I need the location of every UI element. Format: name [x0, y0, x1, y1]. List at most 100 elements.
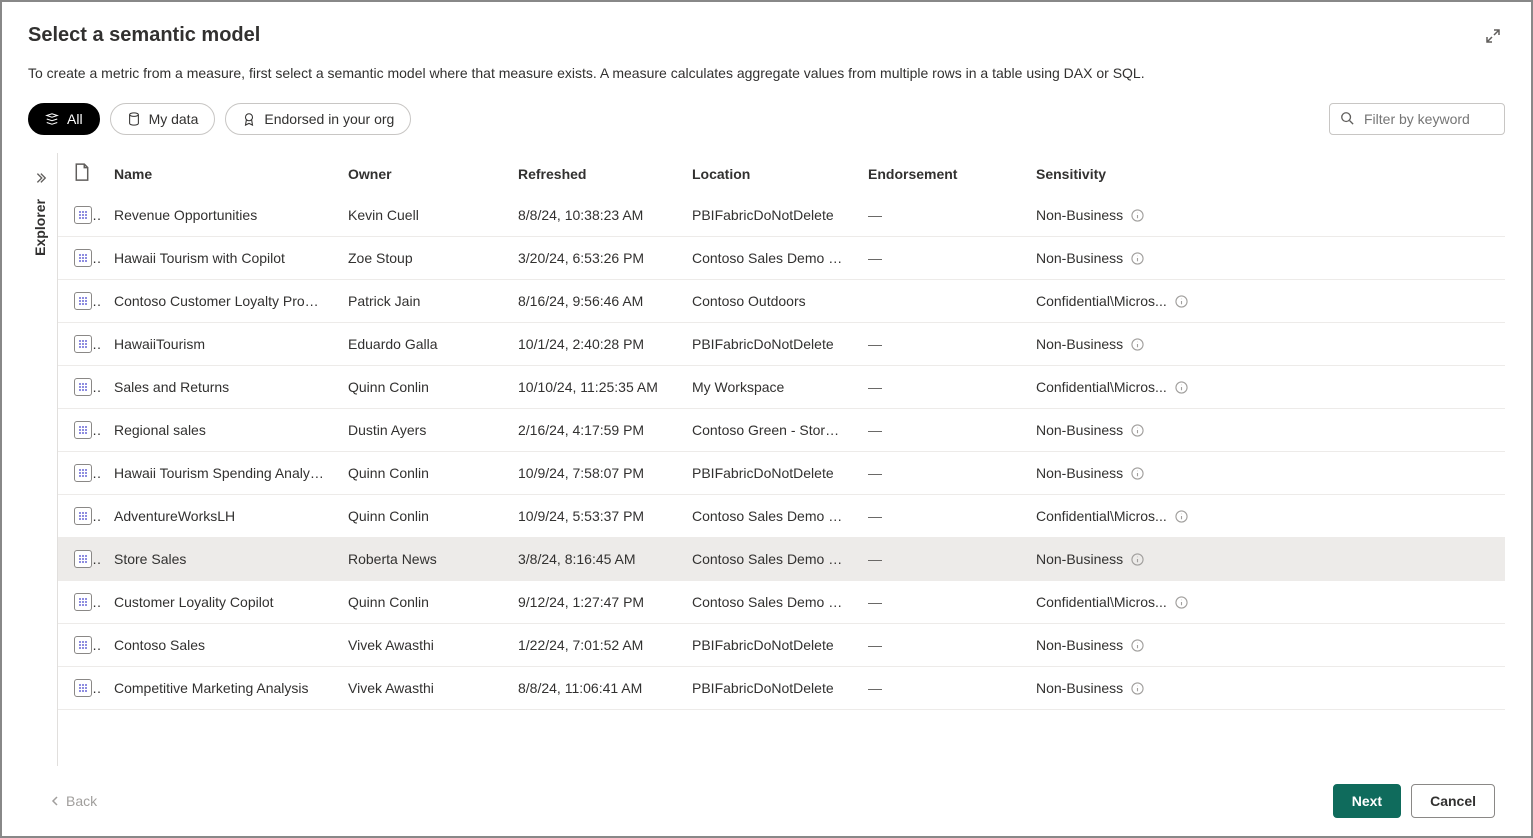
semantic-model-icon	[74, 249, 92, 267]
col-header-location[interactable]: Location	[680, 153, 856, 194]
info-icon[interactable]	[1175, 295, 1188, 308]
semantic-model-icon	[74, 378, 92, 396]
cell-location: My Workspace	[680, 366, 856, 409]
cell-owner: Quinn Conlin	[336, 495, 506, 538]
col-header-owner[interactable]: Owner	[336, 153, 506, 194]
cell-name: Regional sales	[102, 409, 336, 452]
dialog-container: Select a semantic model To create a metr…	[2, 2, 1531, 836]
col-header-endorsement[interactable]: Endorsement	[856, 153, 1024, 194]
cell-owner: Roberta News	[336, 538, 506, 581]
info-icon[interactable]	[1131, 209, 1144, 222]
cell-name: AdventureWorksLH	[102, 495, 336, 538]
search-icon	[1340, 111, 1354, 128]
cell-sensitivity: Confidential\Micros...	[1024, 581, 1505, 624]
cell-refreshed: 10/9/24, 5:53:37 PM	[506, 495, 680, 538]
footer-buttons: Next Cancel	[1333, 784, 1495, 818]
search-input[interactable]	[1362, 110, 1494, 128]
cell-location: Contoso Outdoors	[680, 280, 856, 323]
cell-location: PBIFabricDoNotDelete	[680, 452, 856, 495]
cell-location: PBIFabricDoNotDelete	[680, 194, 856, 237]
cell-endorsement: —	[856, 452, 1024, 495]
cell-sensitivity: Non-Business	[1024, 409, 1505, 452]
info-icon[interactable]	[1131, 338, 1144, 351]
table-row[interactable]: Contoso SalesVivek Awasthi1/22/24, 7:01:…	[58, 624, 1505, 667]
info-icon[interactable]	[1131, 467, 1144, 480]
semantic-model-icon	[74, 679, 92, 697]
row-icon-cell	[58, 495, 102, 538]
row-icon-cell	[58, 280, 102, 323]
filter-chip-mydata-label: My data	[149, 111, 199, 127]
table-scroll-area[interactable]: Name Owner Refreshed Location Endorsemen…	[58, 153, 1505, 766]
cell-name: Hawaii Tourism with Copilot	[102, 237, 336, 280]
info-icon[interactable]	[1131, 682, 1144, 695]
cell-sensitivity: Non-Business	[1024, 194, 1505, 237]
table-row[interactable]: Customer Loyality CopilotQuinn Conlin9/1…	[58, 581, 1505, 624]
cancel-button[interactable]: Cancel	[1411, 784, 1495, 818]
back-link[interactable]: Back	[50, 793, 97, 809]
cell-endorsement: —	[856, 323, 1024, 366]
info-icon[interactable]	[1175, 381, 1188, 394]
document-icon	[74, 168, 90, 184]
cell-sensitivity: Confidential\Micros...	[1024, 366, 1505, 409]
table-row[interactable]: Hawaii Tourism Spending AnalysisQuinn Co…	[58, 452, 1505, 495]
page-title: Select a semantic model	[28, 24, 260, 47]
filter-chip-mydata[interactable]: My data	[110, 103, 216, 135]
table-row[interactable]: Revenue OpportunitiesKevin Cuell8/8/24, …	[58, 194, 1505, 237]
info-icon[interactable]	[1131, 424, 1144, 437]
cell-name: Contoso Customer Loyalty Progr...	[102, 280, 336, 323]
semantic-model-icon	[74, 550, 92, 568]
filter-chip-all-label: All	[67, 111, 83, 127]
search-box[interactable]	[1329, 103, 1505, 135]
semantic-model-icon	[74, 421, 92, 439]
semantic-model-icon	[74, 292, 92, 310]
cell-refreshed: 8/8/24, 11:06:41 AM	[506, 667, 680, 710]
table-row[interactable]: Store SalesRoberta News3/8/24, 8:16:45 A…	[58, 538, 1505, 581]
table-row[interactable]: AdventureWorksLHQuinn Conlin10/9/24, 5:5…	[58, 495, 1505, 538]
cell-name: Store Sales	[102, 538, 336, 581]
cell-endorsement: —	[856, 538, 1024, 581]
table-row[interactable]: HawaiiTourismEduardo Galla10/1/24, 2:40:…	[58, 323, 1505, 366]
info-icon[interactable]	[1175, 510, 1188, 523]
col-header-name[interactable]: Name	[102, 153, 336, 194]
database-icon	[127, 112, 141, 126]
next-button[interactable]: Next	[1333, 784, 1401, 818]
cell-owner: Quinn Conlin	[336, 366, 506, 409]
info-icon[interactable]	[1131, 553, 1144, 566]
semantic-model-icon	[74, 636, 92, 654]
cell-owner: Kevin Cuell	[336, 194, 506, 237]
ribbon-icon	[242, 112, 256, 126]
cell-refreshed: 1/22/24, 7:01:52 AM	[506, 624, 680, 667]
cell-name: HawaiiTourism	[102, 323, 336, 366]
cell-refreshed: 8/8/24, 10:38:23 AM	[506, 194, 680, 237]
info-icon[interactable]	[1131, 639, 1144, 652]
cell-endorsement: —	[856, 581, 1024, 624]
cell-refreshed: 10/1/24, 2:40:28 PM	[506, 323, 680, 366]
cell-name: Competitive Marketing Analysis	[102, 667, 336, 710]
stack-icon	[45, 112, 59, 126]
cell-refreshed: 3/8/24, 8:16:45 AM	[506, 538, 680, 581]
row-icon-cell	[58, 323, 102, 366]
cell-endorsement: —	[856, 624, 1024, 667]
table-row[interactable]: Regional salesDustin Ayers2/16/24, 4:17:…	[58, 409, 1505, 452]
cell-sensitivity: Non-Business	[1024, 624, 1505, 667]
expand-icon[interactable]	[1485, 28, 1501, 44]
info-icon[interactable]	[1175, 596, 1188, 609]
col-header-refreshed[interactable]: Refreshed	[506, 153, 680, 194]
filter-chip-endorsed[interactable]: Endorsed in your org	[225, 103, 411, 135]
row-icon-cell	[58, 366, 102, 409]
cell-endorsement: —	[856, 237, 1024, 280]
table-row[interactable]: Sales and ReturnsQuinn Conlin10/10/24, 1…	[58, 366, 1505, 409]
table-row[interactable]: Contoso Customer Loyalty Progr...Patrick…	[58, 280, 1505, 323]
col-header-icon[interactable]	[58, 153, 102, 194]
row-icon-cell	[58, 667, 102, 710]
explorer-panel-collapsed[interactable]: Explorer	[22, 153, 58, 766]
filter-chip-all[interactable]: All	[28, 103, 100, 135]
table-row[interactable]: Hawaii Tourism with CopilotZoe Stoup3/20…	[58, 237, 1505, 280]
content-area: Explorer Name Owner Refreshed Location	[22, 153, 1505, 766]
chevron-right-icon[interactable]	[33, 171, 47, 185]
table-header-row: Name Owner Refreshed Location Endorsemen…	[58, 153, 1505, 194]
col-header-sensitivity[interactable]: Sensitivity	[1024, 153, 1505, 194]
cell-location: PBIFabricDoNotDelete	[680, 323, 856, 366]
info-icon[interactable]	[1131, 252, 1144, 265]
table-row[interactable]: Competitive Marketing AnalysisVivek Awas…	[58, 667, 1505, 710]
